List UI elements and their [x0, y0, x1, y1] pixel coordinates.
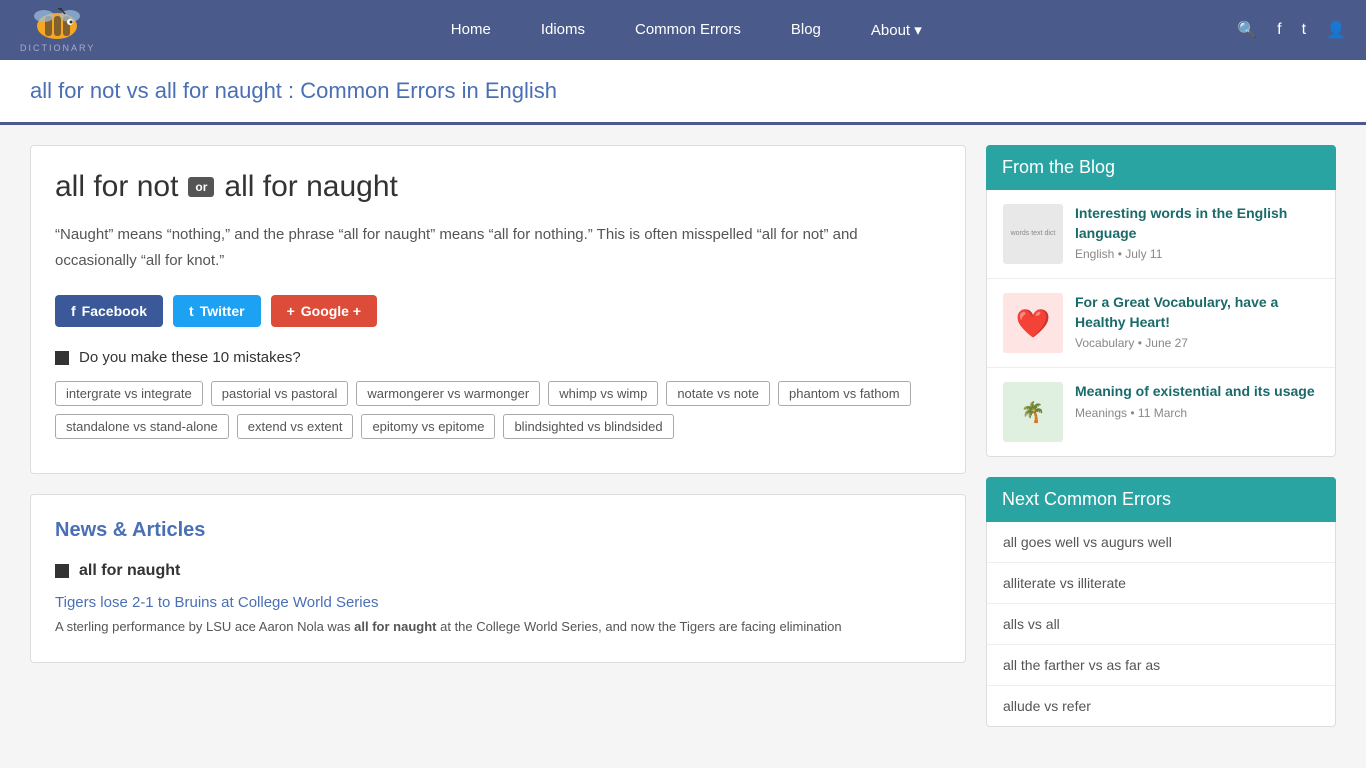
blog-date-3: 11 March — [1138, 406, 1187, 420]
main-container: all for not or all for naught “Naught” m… — [0, 125, 1366, 767]
blog-info-2: For a Great Vocabulary, have a Healthy H… — [1075, 293, 1319, 350]
bullet-icon — [55, 351, 69, 365]
blog-section: From the Blog words text dict Interestin… — [986, 145, 1336, 457]
blog-category-2: Vocabulary — [1075, 336, 1134, 350]
blog-items: words text dict Interesting words in the… — [986, 190, 1336, 457]
nav-about[interactable]: About ▾ — [851, 21, 942, 39]
blog-date-1: July 11 — [1125, 247, 1162, 261]
tag[interactable]: epitomy vs epitome — [361, 414, 495, 439]
next-error-item[interactable]: alls vs all — [987, 604, 1335, 645]
news-sub-header: all for naught — [79, 562, 180, 580]
navbar: DICTIONARY Home Idioms Common Errors Blo… — [0, 0, 1366, 60]
page-title-bar: all for not vs all for naught : Common E… — [0, 60, 1366, 125]
nav-links: Home Idioms Common Errors Blog About ▾ — [135, 21, 1237, 39]
blog-item-2[interactable]: ❤️ For a Great Vocabulary, have a Health… — [987, 279, 1335, 368]
mistakes-header: Do you make these 10 mistakes? — [55, 349, 941, 366]
blog-thumb-1: words text dict — [1003, 204, 1063, 264]
or-badge: or — [188, 177, 214, 197]
next-errors-list: all goes well vs augurs wellalliterate v… — [986, 522, 1336, 727]
nav-blog[interactable]: Blog — [771, 21, 841, 39]
tag[interactable]: pastorial vs pastoral — [211, 381, 349, 406]
blog-category-3: Meanings — [1075, 406, 1127, 420]
tag[interactable]: whimp vs wimp — [548, 381, 658, 406]
blog-thumb-2: ❤️ — [1003, 293, 1063, 353]
blog-date-2: June 27 — [1145, 336, 1188, 350]
tag[interactable]: intergrate vs integrate — [55, 381, 203, 406]
blog-meta-3: Meanings • 11 March — [1075, 406, 1319, 420]
thumb-heart-icon: ❤️ — [1003, 293, 1063, 353]
right-column: From the Blog words text dict Interestin… — [986, 145, 1336, 747]
share-buttons: f Facebook t Twitter + Google + — [55, 295, 941, 327]
blog-item-3[interactable]: 🌴 Meaning of existential and its usage M… — [987, 368, 1335, 456]
tag[interactable]: standalone vs stand-alone — [55, 414, 229, 439]
twitter-label: Twitter — [200, 303, 245, 319]
highlighted-phrase: all for naught — [354, 619, 436, 634]
blog-title-2: For a Great Vocabulary, have a Healthy H… — [1075, 293, 1319, 332]
thumb-existential-icon: 🌴 — [1003, 382, 1063, 442]
page-title: all for not vs all for naught : Common E… — [30, 78, 1336, 104]
blog-info-1: Interesting words in the English languag… — [1075, 204, 1319, 261]
search-icon[interactable]: 🔍 — [1237, 20, 1257, 40]
next-error-item[interactable]: all goes well vs augurs well — [987, 522, 1335, 563]
logo-icon — [30, 8, 85, 43]
news-section-title: News & Articles — [55, 519, 941, 542]
tags-container: intergrate vs integrate pastorial vs past… — [55, 381, 941, 439]
google-icon-share: + — [287, 303, 295, 319]
twitter-icon[interactable]: t — [1302, 21, 1306, 39]
blog-category-1: English — [1075, 247, 1114, 261]
google-share-button[interactable]: + Google + — [271, 295, 377, 327]
blog-separator-3: • — [1130, 406, 1138, 420]
word2: all for naught — [224, 170, 397, 204]
tag[interactable]: warmongerer vs warmonger — [356, 381, 540, 406]
twitter-share-button[interactable]: t Twitter — [173, 295, 261, 327]
facebook-share-button[interactable]: f Facebook — [55, 295, 163, 327]
blog-title-3: Meaning of existential and its usage — [1075, 382, 1319, 402]
facebook-icon[interactable]: f — [1277, 21, 1281, 39]
news-section-header: all for naught — [55, 562, 941, 580]
nav-icons: 🔍 f t 👤 — [1237, 20, 1346, 40]
next-error-item[interactable]: alliterate vs illiterate — [987, 563, 1335, 604]
main-card: all for not or all for naught “Naught” m… — [30, 145, 966, 474]
blog-header: From the Blog — [986, 145, 1336, 190]
news-card: News & Articles all for naught Tigers lo… — [30, 494, 966, 663]
description: “Naught” means “nothing,” and the phrase… — [55, 222, 941, 273]
thumb-words-icon: words text dict — [1003, 204, 1063, 264]
blog-title-1: Interesting words in the English languag… — [1075, 204, 1319, 243]
next-errors-section: Next Common Errors all goes well vs augu… — [986, 477, 1336, 727]
tag[interactable]: blindsighted vs blindsided — [503, 414, 673, 439]
mistakes-title: Do you make these 10 mistakes? — [79, 349, 301, 366]
tag[interactable]: phantom vs fathom — [778, 381, 911, 406]
news-bullet-icon — [55, 564, 69, 578]
user-icon[interactable]: 👤 — [1326, 20, 1346, 40]
blog-meta-2: Vocabulary • June 27 — [1075, 336, 1319, 350]
news-article-text: A sterling performance by LSU ace Aaron … — [55, 617, 941, 638]
logo-text: DICTIONARY — [20, 43, 95, 53]
logo[interactable]: DICTIONARY — [20, 8, 95, 53]
blog-item-1[interactable]: words text dict Interesting words in the… — [987, 190, 1335, 279]
nav-home[interactable]: Home — [431, 21, 511, 39]
next-error-item[interactable]: all the farther vs as far as — [987, 645, 1335, 686]
google-label: Google + — [301, 303, 361, 319]
left-column: all for not or all for naught “Naught” m… — [30, 145, 966, 747]
next-errors-header: Next Common Errors — [986, 477, 1336, 522]
word-heading: all for not or all for naught — [55, 170, 941, 204]
facebook-label: Facebook — [82, 303, 147, 319]
twitter-icon-share: t — [189, 303, 194, 319]
nav-idioms[interactable]: Idioms — [521, 21, 605, 39]
news-article-link[interactable]: Tigers lose 2-1 to Bruins at College Wor… — [55, 594, 941, 611]
tag[interactable]: extend vs extent — [237, 414, 354, 439]
facebook-icon-share: f — [71, 303, 76, 319]
next-error-item[interactable]: allude vs refer — [987, 686, 1335, 726]
tag[interactable]: notate vs note — [666, 381, 770, 406]
blog-info-3: Meaning of existential and its usage Mea… — [1075, 382, 1319, 420]
word1: all for not — [55, 170, 178, 204]
blog-thumb-3: 🌴 — [1003, 382, 1063, 442]
blog-meta-1: English • July 11 — [1075, 247, 1319, 261]
nav-common-errors[interactable]: Common Errors — [615, 21, 761, 39]
